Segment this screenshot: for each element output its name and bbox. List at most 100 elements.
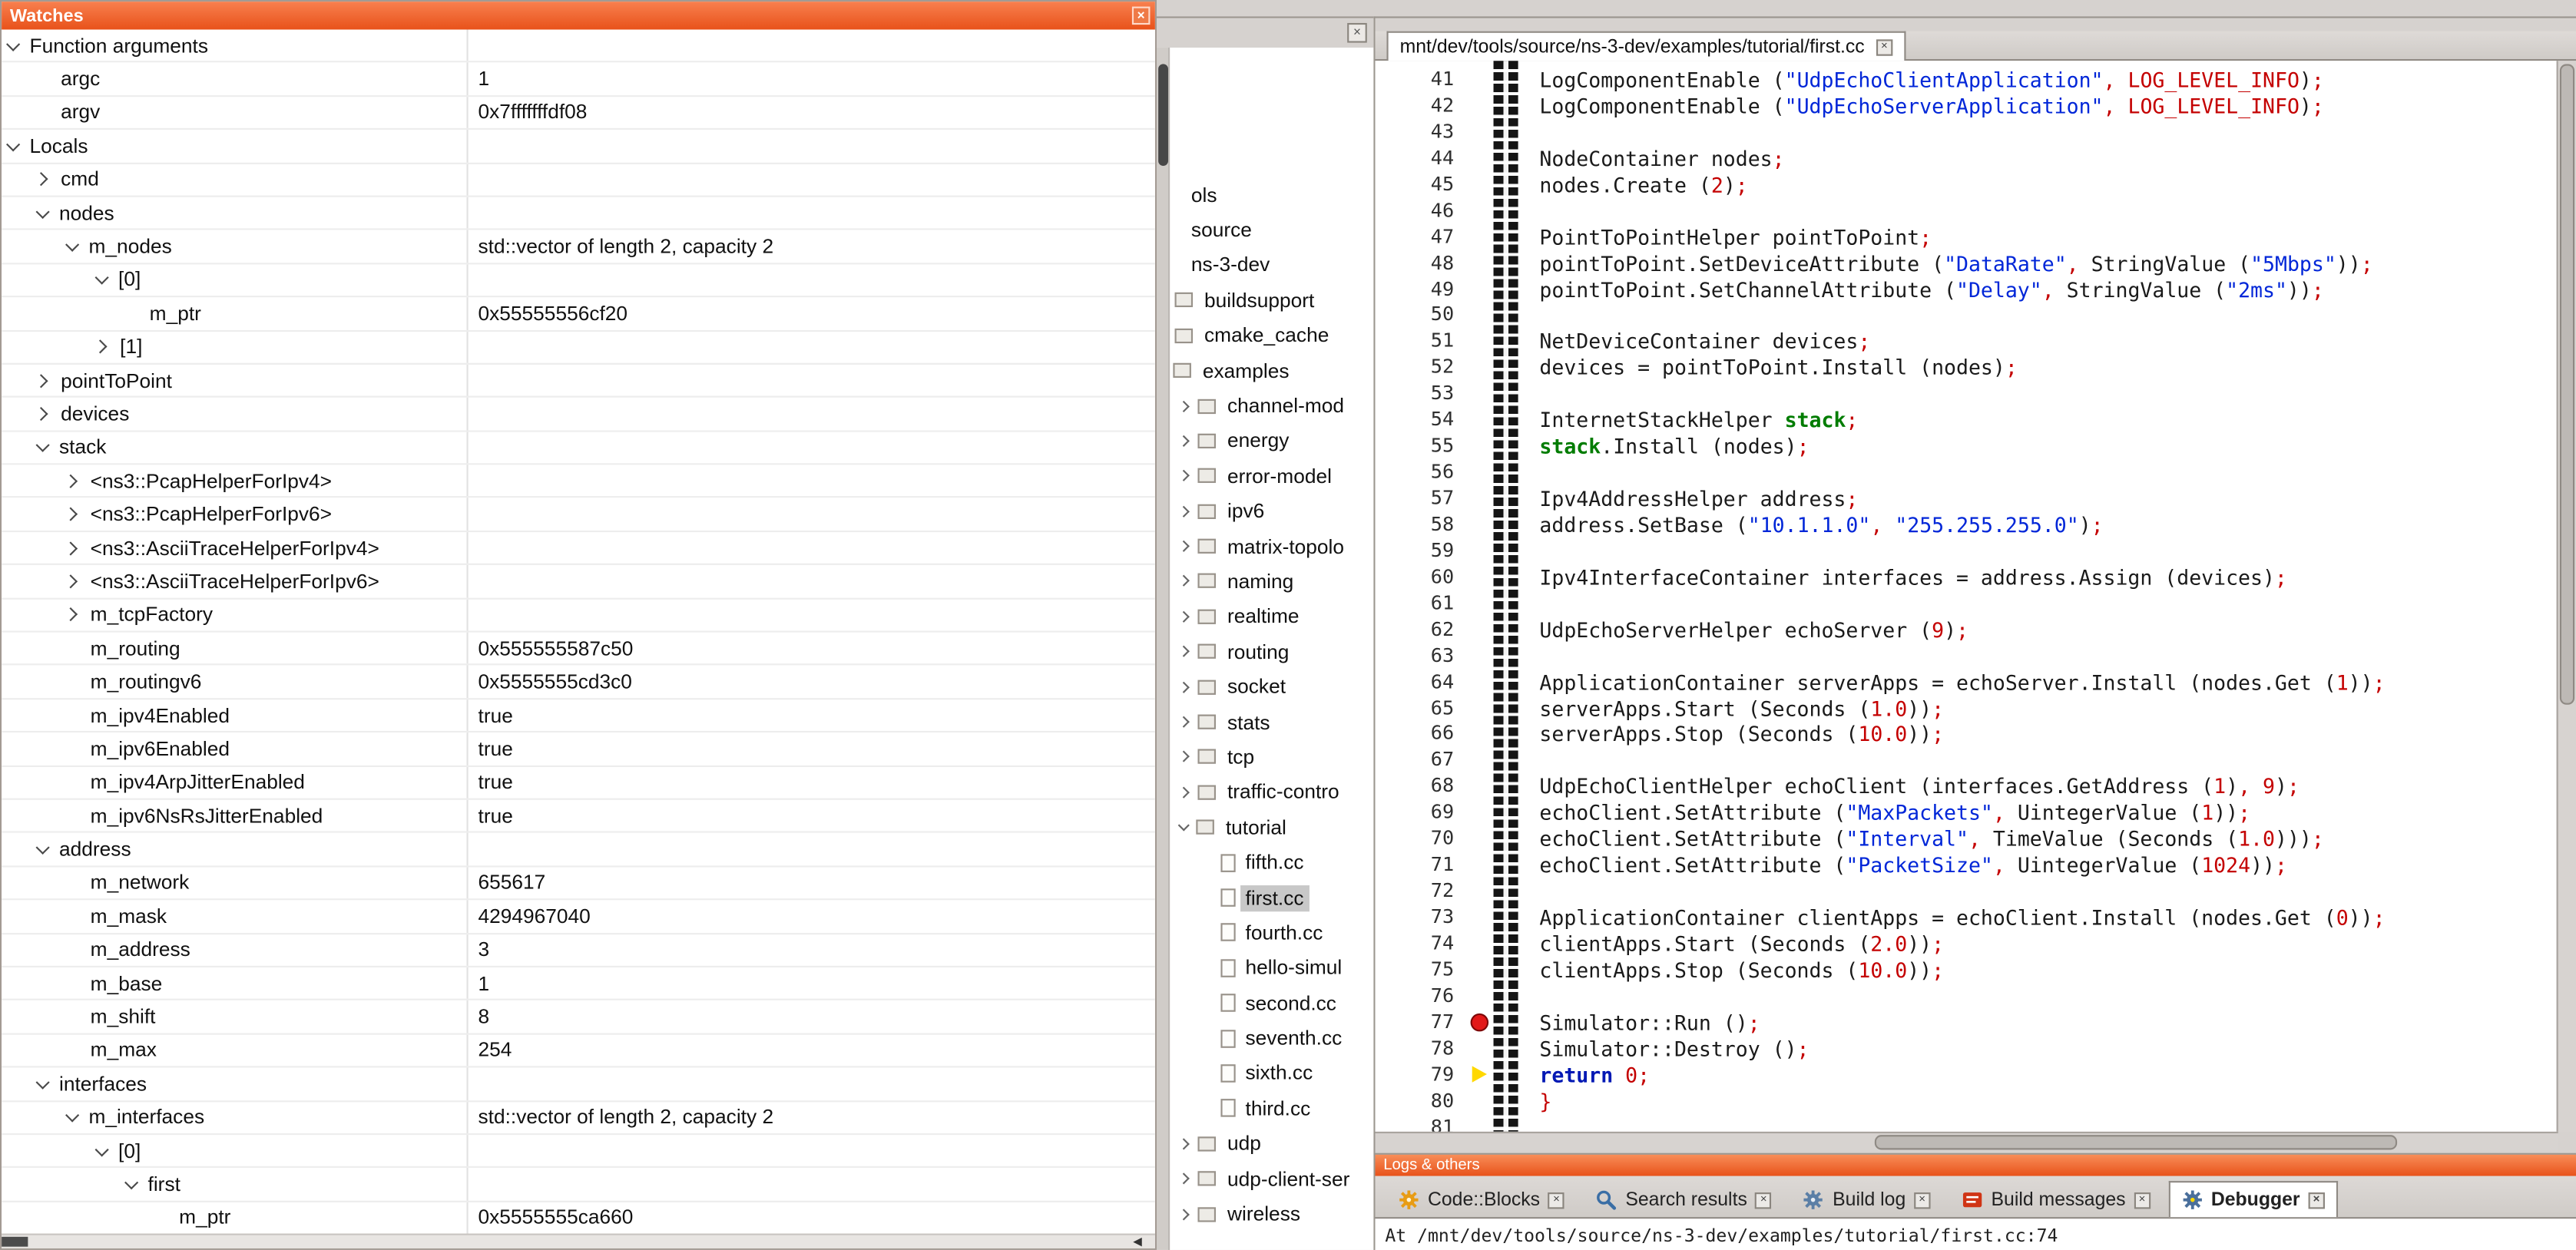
- code-editor[interactable]: 4142434445464748495051525354555657585960…: [1376, 61, 2558, 1132]
- scrollbar-arrows[interactable]: ◀: [1133, 1235, 1147, 1248]
- tree-item[interactable]: ipv6: [1180, 494, 1373, 529]
- collapse-icon[interactable]: [36, 841, 50, 855]
- tree-item[interactable]: energy: [1180, 423, 1373, 458]
- tree-item[interactable]: ols: [1187, 177, 1374, 213]
- watch-row[interactable]: m_nodesstd::vector of length 2, capacity…: [2, 230, 1155, 264]
- watch-row[interactable]: Locals: [2, 130, 1155, 164]
- expand-icon[interactable]: [1178, 610, 1190, 622]
- tree-item[interactable]: wireless: [1180, 1196, 1373, 1232]
- tree-item[interactable]: channel-mod: [1180, 389, 1373, 424]
- tree-item[interactable]: socket: [1180, 670, 1373, 705]
- watch-row[interactable]: m_ipv4ArpJitterEnabledtrue: [2, 766, 1155, 800]
- watches-horizontal-scrollbar[interactable]: ◀: [2, 1234, 1155, 1248]
- collapse-icon[interactable]: [65, 1109, 79, 1123]
- expand-icon[interactable]: [1178, 505, 1190, 517]
- expand-icon[interactable]: [1178, 400, 1190, 412]
- watch-row[interactable]: m_ptr0x55555556cf20: [2, 297, 1155, 331]
- watch-row[interactable]: m_ipv4Enabledtrue: [2, 699, 1155, 733]
- watch-row[interactable]: m_routingv60x5555555cd3c0: [2, 666, 1155, 699]
- tree-item[interactable]: fifth.cc: [1220, 845, 1373, 880]
- tree-item[interactable]: naming: [1180, 564, 1373, 599]
- expand-icon[interactable]: [34, 373, 48, 387]
- tree-item[interactable]: cmake_cache: [1170, 318, 1373, 353]
- collapse-icon[interactable]: [36, 1075, 50, 1089]
- scroll-left-icon[interactable]: ◀: [1133, 1237, 1147, 1248]
- expand-icon[interactable]: [64, 608, 78, 622]
- logs-tab-build-messages[interactable]: Build messages×: [1949, 1181, 2164, 1217]
- expand-icon[interactable]: [1178, 1208, 1190, 1219]
- breakpoint-icon[interactable]: [1471, 1014, 1489, 1032]
- tab-close-icon[interactable]: ×: [1914, 1192, 1930, 1208]
- editor-vertical-scrollbar[interactable]: [2557, 61, 2576, 1132]
- watch-row[interactable]: m_ipv6Enabledtrue: [2, 733, 1155, 767]
- watch-row[interactable]: cmd: [2, 164, 1155, 197]
- collapse-icon[interactable]: [1178, 820, 1190, 832]
- expand-icon[interactable]: [1178, 751, 1190, 762]
- watch-row[interactable]: address: [2, 833, 1155, 867]
- watch-row[interactable]: argc1: [2, 63, 1155, 97]
- collapse-icon[interactable]: [65, 238, 79, 252]
- logs-tab-debugger[interactable]: Debugger×: [2168, 1181, 2338, 1217]
- tree-item[interactable]: second.cc: [1220, 985, 1373, 1020]
- expand-icon[interactable]: [1178, 646, 1190, 657]
- tree-item[interactable]: udp-client-ser: [1180, 1161, 1373, 1196]
- watch-row[interactable]: stack: [2, 432, 1155, 465]
- tree-item[interactable]: error-model: [1180, 458, 1373, 494]
- tab-close-icon[interactable]: ×: [2308, 1192, 2324, 1208]
- watch-row[interactable]: <ns3::AsciiTraceHelperForIpv6>: [2, 565, 1155, 599]
- watch-row[interactable]: argv0x7fffffffdf08: [2, 97, 1155, 131]
- code-area[interactable]: LogComponentEnable ("UdpEchoClientApplic…: [1518, 68, 2558, 1132]
- scrollbar-thumb[interactable]: [2560, 64, 2574, 704]
- watch-row[interactable]: m_interfacesstd::vector of length 2, cap…: [2, 1101, 1155, 1135]
- expand-icon[interactable]: [1178, 435, 1190, 447]
- tree-item[interactable]: first.cc: [1220, 880, 1373, 915]
- logs-tab-search-results[interactable]: Search results×: [1583, 1181, 1785, 1217]
- collapse-icon[interactable]: [124, 1176, 138, 1189]
- watch-row[interactable]: <ns3::PcapHelperForIpv6>: [2, 498, 1155, 532]
- watches-titlebar[interactable]: Watches ×: [2, 2, 1155, 29]
- tab-close-icon[interactable]: ×: [2134, 1192, 2150, 1208]
- scrollbar-thumb[interactable]: [1875, 1135, 2397, 1149]
- expand-icon[interactable]: [1178, 786, 1190, 798]
- watch-row[interactable]: m_network655617: [2, 867, 1155, 901]
- tree-item[interactable]: ns-3-dev: [1187, 248, 1374, 283]
- editor-tab-first-cc[interactable]: mnt/dev/tools/source/ns-3-dev/examples/t…: [1386, 31, 1906, 61]
- expand-icon[interactable]: [64, 574, 78, 588]
- tab-close-icon[interactable]: ×: [1548, 1192, 1564, 1208]
- collapse-icon[interactable]: [6, 137, 20, 151]
- watch-row[interactable]: m_mask4294967040: [2, 901, 1155, 934]
- watch-row[interactable]: <ns3::PcapHelperForIpv4>: [2, 465, 1155, 499]
- logs-tab-code-blocks[interactable]: Code::Blocks×: [1385, 1181, 1578, 1217]
- watch-row[interactable]: m_tcpFactory: [2, 599, 1155, 633]
- tree-item[interactable]: realtime: [1180, 599, 1373, 634]
- watch-row[interactable]: <ns3::AsciiTraceHelperForIpv4>: [2, 532, 1155, 566]
- collapse-icon[interactable]: [6, 37, 20, 51]
- expand-icon[interactable]: [1178, 576, 1190, 587]
- tree-item[interactable]: third.cc: [1220, 1091, 1373, 1126]
- watch-row[interactable]: m_base1: [2, 967, 1155, 1001]
- collapse-icon[interactable]: [36, 204, 50, 218]
- breakpoint-margin[interactable]: [1468, 68, 1493, 1132]
- expand-icon[interactable]: [64, 474, 78, 488]
- logs-tab-build-log[interactable]: Build log×: [1790, 1181, 1943, 1217]
- watch-row[interactable]: m_shift8: [2, 1000, 1155, 1034]
- expand-icon[interactable]: [34, 407, 48, 421]
- watch-row[interactable]: m_ptr0x5555555ca660: [2, 1202, 1155, 1233]
- watch-row[interactable]: Function arguments: [2, 30, 1155, 64]
- watch-row[interactable]: [1]: [2, 331, 1155, 365]
- collapse-icon[interactable]: [95, 1142, 109, 1156]
- scrollbar-thumb[interactable]: [2, 1237, 28, 1247]
- watch-row[interactable]: devices: [2, 398, 1155, 432]
- tree-item[interactable]: examples: [1170, 353, 1373, 389]
- watch-row[interactable]: pointToPoint: [2, 365, 1155, 398]
- expand-icon[interactable]: [64, 541, 78, 554]
- tree-item[interactable]: source: [1187, 213, 1374, 248]
- expand-icon[interactable]: [1178, 470, 1190, 481]
- watch-row[interactable]: [0]: [2, 1135, 1155, 1169]
- tree-item[interactable]: matrix-topolo: [1180, 529, 1373, 564]
- expand-icon[interactable]: [1178, 716, 1190, 728]
- expand-icon[interactable]: [1178, 1173, 1190, 1185]
- editor-tab-close-button[interactable]: ×: [1876, 38, 1892, 55]
- tree-item[interactable]: buildsupport: [1170, 283, 1373, 318]
- watch-row[interactable]: m_ipv6NsRsJitterEnabledtrue: [2, 800, 1155, 834]
